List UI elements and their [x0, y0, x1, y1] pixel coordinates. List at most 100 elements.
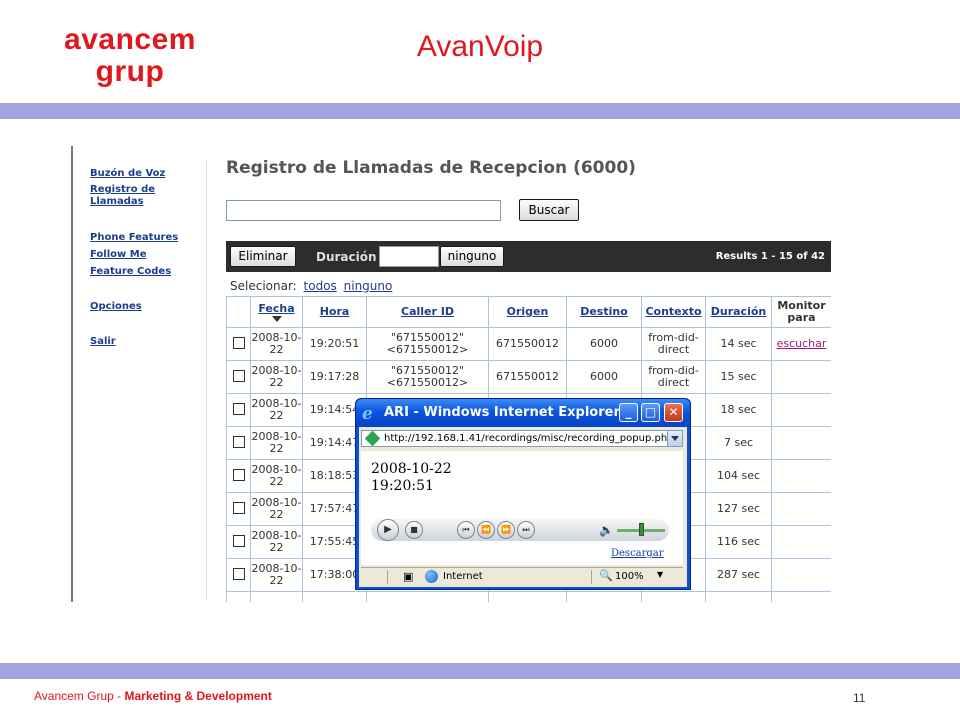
header-hora[interactable]: Hora [302, 296, 367, 328]
media-player: ▶ ■ ⏮ ⏪ ⏩ ⏭ 🔈 [371, 519, 669, 541]
cell-monitor [771, 459, 831, 493]
cell-duracion [705, 591, 772, 602]
cell-origen [488, 591, 567, 602]
page-icon [364, 431, 381, 446]
address-dropdown-icon[interactable] [667, 431, 682, 446]
row-checkbox[interactable] [232, 369, 245, 382]
sort-desc-icon [271, 315, 282, 322]
cell-duracion: 7 sec [705, 426, 772, 460]
listen-link[interactable]: escuchar [777, 337, 827, 350]
download-link[interactable]: Descargar [611, 548, 664, 559]
sidebar: Buzón de Voz Registro de Llamadas Phone … [79, 160, 207, 600]
bottom-band [0, 663, 960, 679]
sidebar-item-follow-me[interactable]: Follow Me [90, 249, 146, 261]
cell-fecha: 2008-10-22 [250, 558, 303, 592]
cell-monitor [771, 525, 831, 559]
search-button[interactable]: Buscar [519, 199, 579, 221]
status-bar: ▣ Internet 🔍 100% ▼ [361, 567, 683, 585]
duration-input[interactable] [379, 246, 439, 267]
results-count: Results 1 - 15 of 42 [715, 251, 825, 262]
status-divider [591, 570, 592, 584]
cell-duracion: 104 sec [705, 459, 772, 493]
sidebar-item-options[interactable]: Opciones [90, 301, 142, 313]
rewind-icon[interactable]: ⏪ [477, 521, 495, 539]
cell-contexto: from- [641, 591, 706, 602]
zoom-dropdown-icon[interactable]: ▼ [657, 570, 663, 579]
sidebar-item-call-log[interactable]: Registro de Llamadas [90, 184, 170, 208]
stop-icon[interactable]: ■ [405, 521, 423, 539]
selection-controls: Selecionar: todos ninguno [230, 279, 392, 293]
cell-monitor [771, 393, 831, 427]
row-checkbox[interactable] [232, 468, 245, 481]
previous-icon[interactable]: ⏮ [457, 521, 475, 539]
cell-duracion: 287 sec [705, 558, 772, 592]
header-fecha-label: Fecha [258, 301, 295, 315]
cell-fecha: 2008-10-22 [250, 327, 303, 361]
sidebar-item-voicemail[interactable]: Buzón de Voz [90, 168, 165, 180]
header-monitor: Monitor para [771, 296, 831, 328]
cell-duracion: 18 sec [705, 393, 772, 427]
delete-button[interactable]: Eliminar [230, 246, 296, 267]
cell-duracion: 15 sec [705, 360, 772, 394]
cell-monitor [771, 492, 831, 526]
search-input[interactable] [226, 200, 501, 221]
header-contexto[interactable]: Contexto [641, 296, 706, 328]
address-bar[interactable]: http://192.168.1.41/recordings/misc/reco… [361, 430, 683, 447]
cell-fecha: 2008-10-22 [250, 360, 303, 394]
select-all-link[interactable]: todos [304, 279, 337, 293]
sidebar-item-feature-codes[interactable]: Feature Codes [90, 266, 171, 278]
top-band [0, 103, 960, 119]
cell-destino: 6000 [566, 360, 642, 394]
header-fecha[interactable]: Fecha [250, 296, 303, 328]
popup-titlebar[interactable]: e ARI - Windows Internet Explorer _ □ ✕ [356, 399, 690, 427]
duration-filter-button[interactable]: ninguno [440, 246, 504, 267]
fast-forward-icon[interactable]: ⏩ [497, 521, 515, 539]
close-icon[interactable]: ✕ [664, 403, 683, 422]
row-checkbox[interactable] [232, 567, 245, 580]
cell-select [226, 591, 251, 602]
cell-destino: 6000 [566, 327, 642, 361]
ie-logo-icon: e [362, 404, 373, 424]
sidebar-item-logout[interactable]: Salir [90, 336, 116, 348]
table-header-row: Fecha Hora Caller ID Origen Destino Cont… [226, 296, 831, 328]
cell-caller-id [366, 591, 489, 602]
minimize-icon[interactable]: _ [619, 403, 638, 422]
cell-origen: 671550012 [488, 360, 567, 394]
cell-fecha: 2008-10-22 [250, 426, 303, 460]
page-title: Registro de Llamadas de Recepcion (6000) [226, 158, 636, 178]
header-origen[interactable]: Origen [488, 296, 567, 328]
cell-select [226, 327, 251, 361]
volume-slider-handle[interactable] [639, 523, 644, 536]
row-checkbox[interactable] [232, 501, 245, 514]
header-destino[interactable]: Destino [566, 296, 642, 328]
footer-department: Marketing & Development [124, 689, 272, 703]
play-icon[interactable]: ▶ [377, 519, 399, 541]
cell-duracion: 116 sec [705, 525, 772, 559]
row-checkbox[interactable] [232, 435, 245, 448]
cell-caller-id: "671550012" <671550012> [366, 360, 489, 394]
cell-duracion: 127 sec [705, 492, 772, 526]
cell-hora: 19:20:51 [302, 327, 367, 361]
table-toolbar: Eliminar Duración ninguno Results 1 - 15… [226, 241, 831, 272]
next-icon[interactable]: ⏭ [517, 521, 535, 539]
maximize-icon[interactable]: □ [641, 403, 660, 422]
header-duracion[interactable]: Duración [705, 296, 772, 328]
volume-icon[interactable]: 🔈 [599, 523, 614, 537]
row-checkbox[interactable] [232, 336, 245, 349]
recording-time: 19:20:51 [371, 478, 434, 494]
cell-select [226, 525, 251, 559]
footer-company: Avancem Grup [34, 689, 114, 703]
row-checkbox[interactable] [232, 402, 245, 415]
sidebar-item-phone-features[interactable]: Phone Features [90, 232, 178, 244]
cell-fecha: 2008-10-22 [250, 492, 303, 526]
cell-monitor [771, 360, 831, 394]
security-zone-label: Internet [443, 571, 483, 582]
row-checkbox[interactable] [232, 534, 245, 547]
cell-select [226, 360, 251, 394]
select-none-link[interactable]: ninguno [344, 279, 393, 293]
zoom-icon[interactable]: 🔍 [599, 569, 613, 582]
zoom-level[interactable]: 100% [615, 571, 644, 582]
header-caller-id[interactable]: Caller ID [366, 296, 489, 328]
cell-fecha: 2008-10-22 [250, 525, 303, 559]
cell-hora: 19:17:28 [302, 360, 367, 394]
